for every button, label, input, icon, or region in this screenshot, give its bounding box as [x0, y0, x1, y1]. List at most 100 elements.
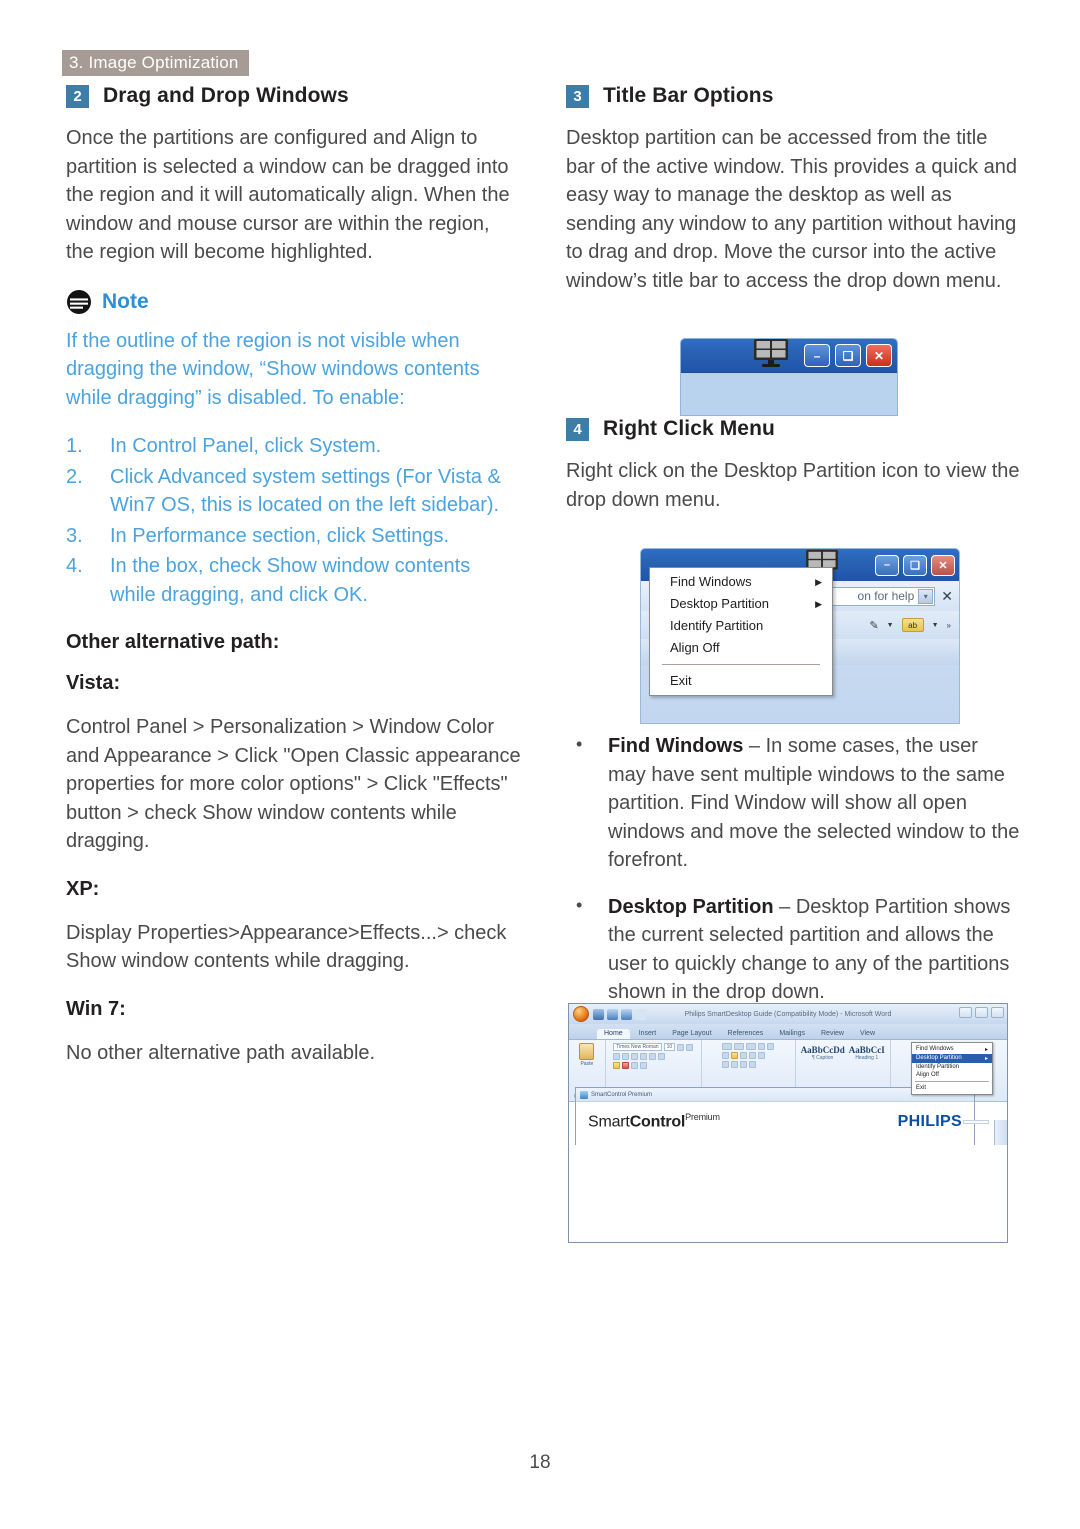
- menu-item-label: Find Windows: [670, 574, 752, 589]
- bullets-icon[interactable]: [722, 1043, 733, 1050]
- xp-title: XP:: [66, 877, 100, 900]
- feature-bullet-list: Find Windows – In some cases, the user m…: [566, 730, 1021, 1007]
- subscript-icon[interactable]: [649, 1053, 657, 1060]
- font-size-box[interactable]: 10: [663, 1043, 676, 1051]
- maximize-button[interactable]: ❑: [903, 554, 927, 576]
- menu-item-desktop-partition[interactable]: Desktop Partition ▶: [650, 593, 832, 615]
- note-icon: [66, 289, 92, 315]
- chevron-right-icon: ▶: [815, 577, 822, 587]
- heading-title-bar-options: 3 Title Bar Options: [566, 80, 1021, 108]
- text-highlight-icon[interactable]: ab: [901, 618, 924, 632]
- tab-mailings[interactable]: Mailings: [772, 1029, 812, 1039]
- menu-item-exit[interactable]: Exit: [912, 1084, 992, 1092]
- smartcontrol-title-text: SmartControl Premium: [591, 1091, 653, 1098]
- intro-paragraph: Once the partitions are configured and A…: [66, 127, 510, 263]
- paste-icon[interactable]: [579, 1043, 595, 1060]
- bold-icon[interactable]: [613, 1053, 621, 1060]
- font-size-value: 10: [666, 1044, 673, 1050]
- vista-title: Vista:: [66, 672, 121, 694]
- line-spacing-icon[interactable]: [758, 1052, 766, 1059]
- minimize-button[interactable]: [959, 1007, 972, 1018]
- tab-insert[interactable]: Insert: [632, 1029, 664, 1039]
- note-header: Note: [66, 289, 521, 315]
- context-menu-popup: Find Windows ▶ Desktop Partition ▶ Ident…: [649, 567, 833, 696]
- tab-view[interactable]: View: [853, 1029, 882, 1039]
- minimize-button[interactable]: –: [804, 344, 830, 367]
- change-case-icon[interactable]: [686, 1043, 694, 1051]
- menu-item-find-windows[interactable]: Find Windows ▸: [912, 1045, 992, 1054]
- justify-icon[interactable]: [749, 1052, 757, 1059]
- italic-icon[interactable]: [622, 1053, 630, 1060]
- partition-preview-icon[interactable]: [965, 1123, 987, 1124]
- close-icon[interactable]: ✕: [941, 588, 953, 605]
- borders-icon[interactable]: [731, 1061, 739, 1068]
- word-vertical-scrollbar[interactable]: [994, 1120, 1007, 1145]
- type-question-for-help-box[interactable]: on for help ▾: [817, 586, 936, 606]
- tab-home[interactable]: Home: [597, 1029, 630, 1039]
- highlight-pen-icon[interactable]: ✎: [869, 619, 878, 632]
- menu-item-identify-partition[interactable]: Identify Partition: [912, 1063, 992, 1071]
- style-sample-text: AaBbCcDd: [800, 1045, 845, 1055]
- align-left-icon[interactable]: [722, 1052, 730, 1059]
- menu-item-identify-partition[interactable]: Identify Partition: [650, 615, 832, 637]
- numbering-icon[interactable]: [734, 1043, 745, 1050]
- close-button[interactable]: ✕: [866, 344, 892, 367]
- menu-item-desktop-partition[interactable]: Desktop Partition ▸: [912, 1054, 992, 1063]
- multilevel-list-icon[interactable]: [746, 1043, 757, 1050]
- close-button[interactable]: [991, 1007, 1004, 1018]
- superscript-icon[interactable]: [658, 1053, 666, 1060]
- screenshot-window-body: [681, 373, 897, 415]
- win7-body: No other alternative path available.: [66, 1041, 376, 1064]
- chevron-down-icon[interactable]: ▼: [932, 622, 939, 629]
- text-effects-icon[interactable]: [640, 1062, 648, 1069]
- tab-page-layout[interactable]: Page Layout: [665, 1029, 718, 1039]
- menu-item-label: Identify Partition: [916, 1064, 960, 1070]
- align-right-icon[interactable]: [740, 1052, 748, 1059]
- underline-icon[interactable]: [631, 1053, 639, 1060]
- strikethrough-icon[interactable]: [640, 1053, 648, 1060]
- close-button[interactable]: ✕: [931, 554, 955, 576]
- grow-font-icon[interactable]: [677, 1043, 685, 1051]
- scroll-buttons[interactable]: »: [947, 621, 951, 630]
- heading-badge-4: 4: [566, 417, 589, 441]
- heading-right-click-menu: 4 Right Click Menu: [566, 413, 1021, 441]
- text-highlight-color-icon[interactable]: [613, 1062, 621, 1069]
- figure-title-bar-screenshot: – ❑ ✕: [680, 338, 898, 416]
- increase-indent-icon[interactable]: [767, 1043, 775, 1050]
- menu-item-align-off[interactable]: Align Off: [650, 637, 832, 659]
- chevron-down-icon[interactable]: ▼: [887, 622, 894, 629]
- note-steps-list: In Control Panel, click System. Click Ad…: [66, 432, 521, 609]
- smartcontrol-premium-window: SmartControl Premium ? ✕ SmartControlPre…: [575, 1087, 975, 1145]
- tab-references[interactable]: References: [721, 1029, 771, 1039]
- style-caption[interactable]: AaBbCcDd ¶ Caption: [801, 1045, 845, 1061]
- tab-review[interactable]: Review: [814, 1029, 851, 1039]
- clear-formatting-icon[interactable]: [631, 1062, 639, 1069]
- screenshot-title-bar: – ❑ ✕: [681, 339, 897, 373]
- figure-word-screenshot: Philips SmartDesktop Guide (Compatibilit…: [568, 1003, 1008, 1243]
- note-body: If the outline of the region is not visi…: [66, 329, 480, 409]
- word-document-canvas: SmartDesktop Guide SmartDesktop – SmartD…: [569, 1087, 1007, 1145]
- menu-item-find-windows[interactable]: Find Windows ▶: [650, 571, 832, 593]
- menu-item-label: Exit: [670, 673, 692, 688]
- heading-badge-3: 3: [566, 84, 589, 108]
- decrease-indent-icon[interactable]: [758, 1043, 766, 1050]
- maximize-button[interactable]: ❑: [835, 344, 861, 367]
- style-name: ¶ Caption: [812, 1055, 834, 1061]
- style-heading1[interactable]: AaBbCcI Heading 1: [849, 1045, 885, 1061]
- align-center-icon[interactable]: [731, 1052, 739, 1059]
- menu-item-align-off[interactable]: Align Off: [912, 1071, 992, 1079]
- alt-path-title: Other alternative path:: [66, 631, 280, 653]
- note-step: In the box, check Show window contents w…: [66, 552, 471, 606]
- show-formatting-marks-icon[interactable]: [749, 1061, 757, 1068]
- minimize-button[interactable]: –: [875, 554, 899, 576]
- win7-title: Win 7:: [66, 997, 126, 1020]
- paste-label: Paste: [580, 1061, 594, 1067]
- maximize-button[interactable]: [975, 1007, 988, 1018]
- font-name-box[interactable]: Times New Roman: [613, 1043, 662, 1051]
- menu-item-exit[interactable]: Exit: [650, 670, 832, 692]
- sort-icon[interactable]: [740, 1061, 748, 1068]
- chevron-down-icon[interactable]: ▾: [918, 588, 934, 604]
- style-sample-text: AaBbCcI: [848, 1045, 885, 1055]
- font-color-icon[interactable]: [622, 1062, 630, 1069]
- shading-icon[interactable]: [722, 1061, 730, 1068]
